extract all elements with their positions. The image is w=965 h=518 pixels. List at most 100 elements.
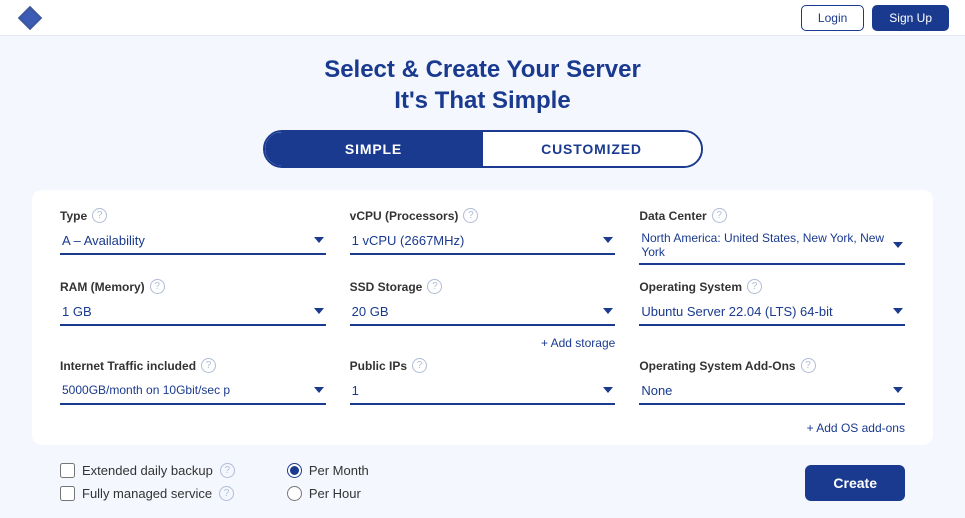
- ram-value: 1 GB: [62, 304, 92, 319]
- traffic-field: Internet Traffic included ? 5000GB/month…: [60, 358, 326, 405]
- extended-backup-help-icon[interactable]: ?: [220, 463, 235, 478]
- public-ips-select[interactable]: 1: [350, 377, 616, 405]
- per-month-row: Per Month: [287, 463, 369, 478]
- tab-customized[interactable]: CUSTOMIZED: [483, 132, 701, 166]
- per-hour-radio[interactable]: [287, 486, 302, 501]
- os-help-icon[interactable]: ?: [747, 279, 762, 294]
- managed-service-checkbox[interactable]: [60, 486, 75, 501]
- ssd-chevron-icon: [603, 308, 613, 314]
- bottom-section: Extended daily backup ? Fully managed se…: [32, 455, 933, 509]
- datacenter-field: Data Center ? North America: United Stat…: [639, 208, 905, 265]
- datacenter-label-row: Data Center ?: [639, 208, 905, 223]
- ssd-field: SSD Storage ? 20 GB: [350, 279, 616, 326]
- datacenter-value: North America: United States, New York, …: [641, 231, 893, 259]
- spacer2: [639, 340, 905, 358]
- os-addons-help-icon[interactable]: ?: [801, 358, 816, 373]
- tab-simple[interactable]: SIMPLE: [265, 132, 483, 166]
- spacer3: [60, 419, 326, 435]
- ram-select[interactable]: 1 GB: [60, 298, 326, 326]
- traffic-select[interactable]: 5000GB/month on 10Gbit/sec p: [60, 377, 326, 405]
- public-ips-label-row: Public IPs ?: [350, 358, 616, 373]
- vcpu-label: vCPU (Processors): [350, 209, 459, 223]
- managed-service-help-icon[interactable]: ?: [219, 486, 234, 501]
- ram-field: RAM (Memory) ? 1 GB: [60, 279, 326, 326]
- os-addons-chevron-icon: [893, 387, 903, 393]
- top-bar: Login Sign Up: [0, 0, 965, 36]
- type-chevron-icon: [314, 237, 324, 243]
- per-hour-row: Per Hour: [287, 486, 369, 501]
- managed-service-label: Fully managed service: [82, 486, 212, 501]
- ssd-help-icon[interactable]: ?: [427, 279, 442, 294]
- ram-label-row: RAM (Memory) ?: [60, 279, 326, 294]
- ssd-value: 20 GB: [352, 304, 389, 319]
- os-addons-select[interactable]: None: [639, 377, 905, 405]
- ssd-label-row: SSD Storage ?: [350, 279, 616, 294]
- vcpu-chevron-icon: [603, 237, 613, 243]
- type-value: A – Availability: [62, 233, 145, 248]
- form-section: Type ? A – Availability vCPU (Processors…: [32, 190, 933, 445]
- billing-group: Per Month Per Hour: [287, 463, 369, 501]
- page-title-line1: Select & Create Your Server: [324, 56, 641, 83]
- datacenter-help-icon[interactable]: ?: [712, 208, 727, 223]
- ssd-select[interactable]: 20 GB: [350, 298, 616, 326]
- os-label-row: Operating System ?: [639, 279, 905, 294]
- vcpu-value: 1 vCPU (2667MHz): [352, 233, 465, 248]
- extended-backup-checkbox[interactable]: [60, 463, 75, 478]
- vcpu-label-row: vCPU (Processors) ?: [350, 208, 616, 223]
- ram-help-icon[interactable]: ?: [150, 279, 165, 294]
- vcpu-help-icon[interactable]: ?: [463, 208, 478, 223]
- public-ips-label: Public IPs: [350, 359, 407, 373]
- type-help-icon[interactable]: ?: [92, 208, 107, 223]
- traffic-help-icon[interactable]: ?: [201, 358, 216, 373]
- traffic-label: Internet Traffic included: [60, 359, 196, 373]
- type-label: Type: [60, 209, 87, 223]
- os-addons-value: None: [641, 383, 672, 398]
- os-chevron-icon: [893, 308, 903, 314]
- per-month-label: Per Month: [309, 463, 369, 478]
- traffic-chevron-icon: [314, 387, 324, 393]
- datacenter-label: Data Center: [639, 209, 706, 223]
- spacer1: [60, 340, 326, 358]
- public-ips-chevron-icon: [603, 387, 613, 393]
- per-hour-label: Per Hour: [309, 486, 361, 501]
- logo: [16, 4, 44, 37]
- create-button[interactable]: Create: [805, 465, 905, 501]
- datacenter-chevron-icon: [893, 242, 903, 248]
- tab-container: SIMPLE CUSTOMIZED: [263, 130, 703, 168]
- traffic-label-row: Internet Traffic included ?: [60, 358, 326, 373]
- public-ips-field: Public IPs ? 1: [350, 358, 616, 405]
- ram-label: RAM (Memory): [60, 280, 145, 294]
- add-storage-link[interactable]: + Add storage: [350, 336, 616, 350]
- ram-chevron-icon: [314, 308, 324, 314]
- login-button[interactable]: Login: [801, 5, 864, 31]
- os-addons-field: Operating System Add-Ons ? None: [639, 358, 905, 405]
- datacenter-select[interactable]: North America: United States, New York, …: [639, 227, 905, 265]
- traffic-value: 5000GB/month on 10Gbit/sec p: [62, 383, 230, 397]
- public-ips-value: 1: [352, 383, 359, 398]
- ssd-label: SSD Storage: [350, 280, 423, 294]
- signup-button[interactable]: Sign Up: [872, 5, 949, 31]
- os-select[interactable]: Ubuntu Server 22.04 (LTS) 64-bit: [639, 298, 905, 326]
- extended-backup-label: Extended daily backup: [82, 463, 213, 478]
- type-label-row: Type ?: [60, 208, 326, 223]
- per-month-radio[interactable]: [287, 463, 302, 478]
- os-addons-label: Operating System Add-Ons: [639, 359, 795, 373]
- os-value: Ubuntu Server 22.04 (LTS) 64-bit: [641, 304, 832, 319]
- os-addons-label-row: Operating System Add-Ons ?: [639, 358, 905, 373]
- extended-backup-row: Extended daily backup ?: [60, 463, 235, 478]
- add-os-link[interactable]: + Add OS add-ons: [639, 421, 905, 435]
- page-title: Select & Create Your Server It's That Si…: [0, 54, 965, 116]
- page-title-line2: It's That Simple: [394, 87, 570, 114]
- vcpu-field: vCPU (Processors) ? 1 vCPU (2667MHz): [350, 208, 616, 265]
- type-select[interactable]: A – Availability: [60, 227, 326, 255]
- os-field: Operating System ? Ubuntu Server 22.04 (…: [639, 279, 905, 326]
- tab-switch: SIMPLE CUSTOMIZED: [0, 130, 965, 168]
- os-label: Operating System: [639, 280, 742, 294]
- spacer4: [350, 419, 616, 435]
- public-ips-help-icon[interactable]: ?: [412, 358, 427, 373]
- managed-service-row: Fully managed service ?: [60, 486, 235, 501]
- form-grid: Type ? A – Availability vCPU (Processors…: [60, 208, 905, 435]
- type-field: Type ? A – Availability: [60, 208, 326, 265]
- checkbox-group: Extended daily backup ? Fully managed se…: [60, 463, 235, 501]
- vcpu-select[interactable]: 1 vCPU (2667MHz): [350, 227, 616, 255]
